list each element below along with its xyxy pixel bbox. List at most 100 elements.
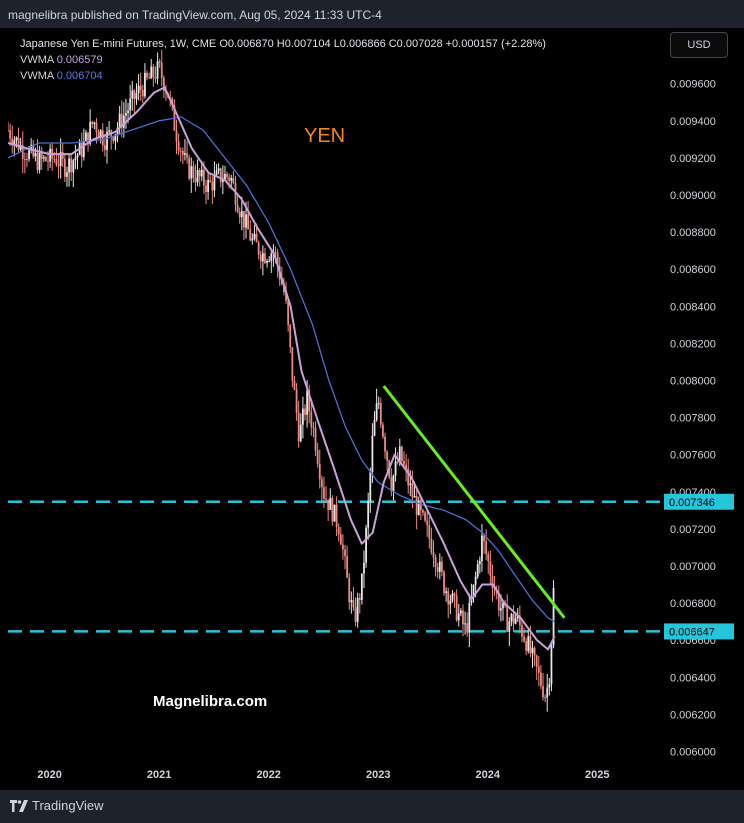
tradingview-logo[interactable]: TradingView [10,798,104,813]
candle-body [499,608,502,611]
candle-body [287,300,290,325]
candle-body [411,483,414,498]
candle-body [379,403,382,425]
candle-body [344,549,346,557]
y-tick-label: 0.008400 [670,301,716,313]
candle-body [512,614,515,624]
candle-body [219,168,222,183]
candle-body [129,98,132,111]
vwma-slow-value: 0.006704 [56,70,103,82]
candle-body [26,159,28,161]
y-tick-label: 0.007000 [670,561,716,573]
candle-body [466,623,469,633]
candle-body [217,168,220,171]
candle-body [36,152,39,170]
candle-body [74,157,77,161]
candle-body [40,152,43,159]
candle-body [331,497,334,522]
candle-body [350,600,353,603]
candle-body [550,645,553,685]
candle-body [85,132,87,142]
candle-body [365,527,367,563]
candle-body [76,154,79,158]
candle-body [266,260,268,263]
candle-body [367,500,370,528]
symbol-info: Japanese Yen E-mini Futures, 1W, CME O0.… [20,38,546,50]
x-tick-label: 2021 [147,769,171,781]
candle-body [443,571,445,594]
candle-body [424,512,426,521]
x-tick-label: 2024 [476,769,501,781]
chart-area[interactable]: 0.006000 0.006200 0.006400 0.006600 0.006800… [8,28,736,790]
candle-body [430,538,433,553]
y-tick-label: 0.006800 [670,598,716,610]
candle-body [261,253,264,262]
x-tick-label: 2022 [256,769,280,781]
candle-body [202,169,205,186]
candle-body [354,607,357,622]
candle-body [476,564,479,577]
candle-body [133,90,136,100]
candle-body [455,595,458,621]
candle-body [533,647,536,656]
candle-body [91,121,94,124]
candle-body [422,510,424,513]
candle-body [63,158,66,177]
price-chart[interactable]: 0.0060000.0062000.0064000.0066000.006800… [8,28,736,790]
y-tick-label: 0.008800 [670,227,716,239]
y-tick-label: 0.007600 [670,450,716,462]
candle-body [135,92,138,100]
x-tick-label: 2020 [37,769,61,781]
candle-body [342,544,344,550]
candle-body [209,179,212,182]
candle-body [95,122,98,132]
candle-body [112,136,115,142]
candle-body [447,591,450,605]
candle-body [177,141,180,151]
candle-body [546,687,549,698]
candle-body [521,625,523,637]
candle-body [289,324,292,348]
candle-body [337,526,340,535]
candle-body [186,153,188,158]
candle-body [295,389,298,413]
candle-body [478,560,481,565]
candle-body [118,113,121,128]
annotation-title: YEN [304,125,345,147]
candle-body [253,233,256,239]
candle-body [38,152,41,170]
candle-body [34,152,37,157]
candle-body [369,471,372,501]
candle-body [339,534,342,545]
candle-body [320,479,323,488]
candle-body [301,408,304,425]
candle-body [438,561,441,572]
candle-body [194,177,197,183]
candle-body [274,251,277,253]
candle-body [419,500,422,511]
candle-body [249,229,252,241]
y-tick-label: 0.007200 [670,524,716,536]
candle-body [449,600,452,605]
candle-body [436,567,439,572]
currency-button[interactable]: USD [670,32,728,58]
tradingview-icon [10,799,28,812]
candle-body [47,161,49,163]
candle-body [211,181,214,191]
y-tick-label: 0.009200 [670,153,716,165]
y-tick-label: 0.009600 [670,79,716,91]
candle-body [306,390,309,415]
candle-body [139,85,142,91]
y-tick-label: 0.008000 [670,375,716,387]
candle-body [181,150,184,155]
candle-body [179,150,182,152]
candle-body [453,593,456,596]
candle-body [299,424,302,442]
candle-body [9,130,12,139]
candle-body [384,436,386,452]
y-tick-label: 0.006400 [670,672,716,684]
candle-body [514,618,517,624]
candle-body [542,685,544,698]
candle-body [333,504,336,522]
y-tick-label: 0.009400 [670,116,716,128]
